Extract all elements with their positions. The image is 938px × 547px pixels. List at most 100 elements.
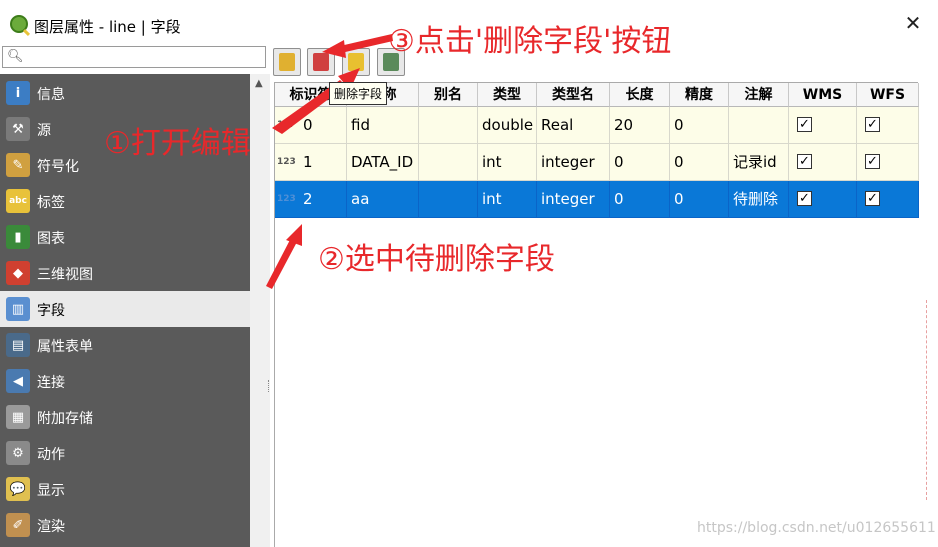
sidebar-item-labels[interactable]: abc 标签 (0, 183, 250, 219)
column-header[interactable]: WMS (789, 83, 857, 107)
column-header[interactable]: 类型 (478, 83, 537, 107)
sidebar-item-actions[interactable]: ⚙ 动作 (0, 435, 250, 471)
actions-icon: ⚙ (6, 441, 30, 465)
cell-name[interactable]: aa (347, 181, 419, 218)
column-header[interactable]: WFS (857, 83, 919, 107)
cell-alias[interactable] (419, 144, 478, 181)
sidebar-item-label: 源 (37, 123, 51, 139)
watermark: https://blog.csdn.net/u012655611 (697, 520, 936, 536)
cell-precision[interactable]: 0 (670, 107, 729, 144)
wms-checkbox[interactable]: ✓ (797, 154, 812, 169)
pencil-icon (348, 53, 364, 71)
field-type-badge-icon: 1.2 (277, 120, 293, 130)
sidebar-item-label: 三维视图 (37, 267, 93, 283)
cell-length[interactable]: 0 (610, 181, 670, 218)
background-edge (926, 300, 927, 500)
splitter-grip[interactable] (268, 380, 270, 392)
cell-id-value: 1 (303, 153, 313, 171)
rendering-icon: ✐ (6, 513, 30, 537)
cell-comment[interactable]: 待删除 (729, 181, 789, 218)
search-input[interactable]: 🔍︎ (2, 46, 266, 68)
cell-typename[interactable]: integer (537, 144, 610, 181)
table-row[interactable]: 123 2 aa int integer 0 0 待删除 ✓ ✓ (275, 181, 919, 218)
wfs-checkbox[interactable]: ✓ (865, 154, 880, 169)
layer-properties-window: 图层属性 - line | 字段 ✕ 🔍︎ i 信息 ⚒ 源 ✎ 符号化 abc 标签 ▮ 图表 ◆… (0, 0, 938, 547)
cell-comment[interactable] (729, 107, 789, 144)
sidebar-item-label: 标签 (37, 195, 65, 211)
cell-wms[interactable]: ✓ (789, 107, 857, 144)
cell-precision[interactable]: 0 (670, 181, 729, 218)
wfs-checkbox[interactable]: ✓ (865, 117, 880, 132)
cell-wms[interactable]: ✓ (789, 144, 857, 181)
sidebar-item-display[interactable]: 💬 显示 (0, 471, 250, 507)
toggle-editing-button[interactable] (342, 48, 370, 76)
cell-length[interactable]: 0 (610, 144, 670, 181)
cell-id[interactable]: 123 1 (275, 144, 347, 181)
column-header[interactable]: 类型名 (537, 83, 610, 107)
fields-table: 标识符名称别名类型类型名长度精度注解WMSWFS1.20fiddoubleRea… (274, 82, 919, 547)
sidebar-item-rendering[interactable]: ✐ 渲染 (0, 507, 250, 543)
cell-type[interactable]: int (478, 181, 537, 218)
symbology-icon: ✎ (6, 153, 30, 177)
sidebar-item-label: 连接 (37, 375, 65, 391)
diagram-icon: ▮ (6, 225, 30, 249)
cell-precision[interactable]: 0 (670, 144, 729, 181)
column-header[interactable]: 注解 (729, 83, 789, 107)
annotation-step1: ①打开编辑 (104, 126, 251, 161)
labels-icon: abc (6, 189, 30, 213)
info-icon: i (6, 81, 30, 105)
column-header[interactable]: 长度 (610, 83, 670, 107)
wms-checkbox[interactable]: ✓ (797, 191, 812, 206)
sidebar-item-attributes-form[interactable]: ▤ 属性表单 (0, 327, 250, 363)
column-header[interactable]: 别名 (419, 83, 478, 107)
new-field-button[interactable] (273, 48, 301, 76)
cell-name[interactable]: DATA_ID (347, 144, 419, 181)
cell-id-value: 0 (303, 116, 313, 134)
cell-length[interactable]: 20 (610, 107, 670, 144)
scroll-up-arrow-icon[interactable]: ▲ (255, 78, 263, 89)
cell-wfs[interactable]: ✓ (857, 181, 919, 218)
fields-icon: ▥ (6, 297, 30, 321)
attributes-form-icon: ▤ (6, 333, 30, 357)
3d-view-icon: ◆ (6, 261, 30, 285)
field-type-badge-icon: 123 (277, 194, 296, 204)
new-field-icon (279, 53, 295, 71)
field-type-badge-icon: 123 (277, 157, 296, 167)
sidebar-item-label: 显示 (37, 483, 65, 499)
sidebar-item-label: 图表 (37, 231, 65, 247)
cell-type[interactable]: int (478, 144, 537, 181)
cell-id[interactable]: 123 2 (275, 181, 347, 218)
cell-typename[interactable]: integer (537, 181, 610, 218)
cell-alias[interactable] (419, 181, 478, 218)
sidebar-item-info[interactable]: i 信息 (0, 75, 250, 111)
delete-field-button[interactable] (307, 48, 335, 76)
wms-checkbox[interactable]: ✓ (797, 117, 812, 132)
sidebar-item-label: 动作 (37, 447, 65, 463)
cell-wfs[interactable]: ✓ (857, 144, 919, 181)
cell-id[interactable]: 1.2 0 (275, 107, 347, 144)
sidebar-item-label: 附加存储 (37, 411, 93, 427)
panel-splitter[interactable]: ▲ (250, 74, 270, 547)
cell-wms[interactable]: ✓ (789, 181, 857, 218)
cell-typename[interactable]: Real (537, 107, 610, 144)
table-row[interactable]: 123 1 DATA_ID int integer 0 0 记录id ✓ ✓ (275, 144, 919, 181)
annotation-step2: ②选中待删除字段 (318, 242, 555, 277)
sidebar-item-fields[interactable]: ▥ 字段 (0, 291, 250, 327)
sidebar-item-auxiliary-storage[interactable]: ▦ 附加存储 (0, 399, 250, 435)
cell-id-value: 2 (303, 190, 313, 208)
cell-comment[interactable]: 记录id (729, 144, 789, 181)
window-title: 图层属性 - line | 字段 (34, 18, 181, 36)
column-header[interactable]: 精度 (670, 83, 729, 107)
sidebar-item-diagram[interactable]: ▮ 图表 (0, 219, 250, 255)
cell-type[interactable]: double (478, 107, 537, 144)
sidebar-item-joins[interactable]: ◀ 连接 (0, 363, 250, 399)
cell-alias[interactable] (419, 107, 478, 144)
close-button[interactable]: ✕ (902, 13, 924, 35)
source-tools-icon: ⚒ (6, 117, 30, 141)
qgis-logo-icon (10, 15, 28, 33)
cell-name[interactable]: fid (347, 107, 419, 144)
cell-wfs[interactable]: ✓ (857, 107, 919, 144)
table-row[interactable]: 1.2 0 fid double Real 20 0 ✓ ✓ (275, 107, 919, 144)
wfs-checkbox[interactable]: ✓ (865, 191, 880, 206)
sidebar-item-3d-view[interactable]: ◆ 三维视图 (0, 255, 250, 291)
